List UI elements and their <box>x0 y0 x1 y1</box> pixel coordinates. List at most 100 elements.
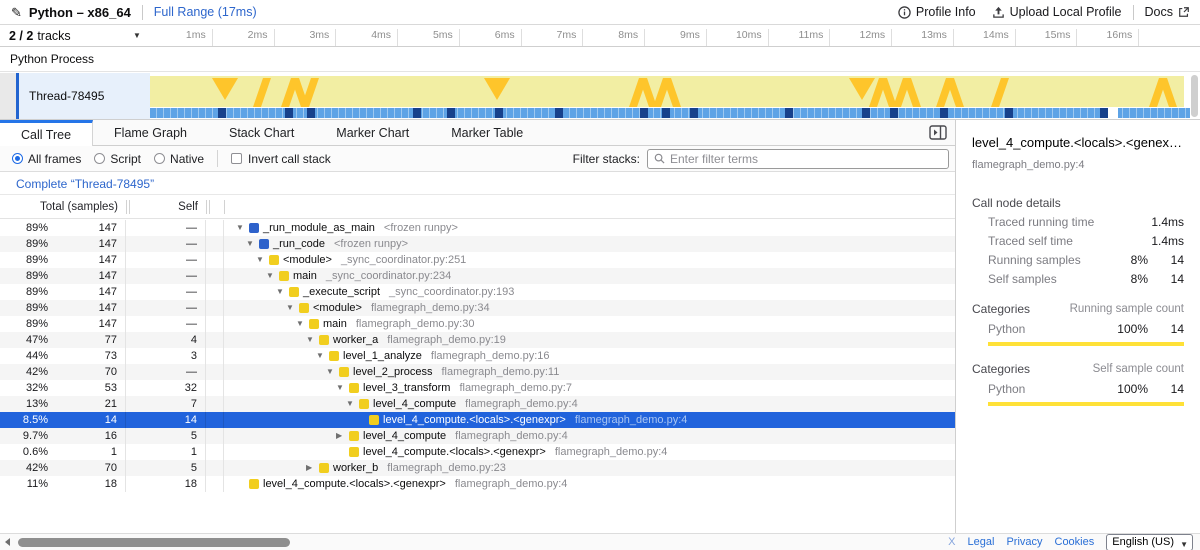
activity-spikes <box>150 76 1184 107</box>
tab-flame-graph[interactable]: Flame Graph <box>93 120 208 145</box>
twisty-closed-icon[interactable]: ▶ <box>306 460 319 476</box>
total-percent: 47% <box>0 332 48 348</box>
table-row[interactable]: 0.6%11level_4_compute.<locals>.<genexpr>… <box>0 444 955 460</box>
function-name: level_4_compute.<locals>.<genexpr> <box>363 444 546 460</box>
table-row[interactable]: 8.5%1414level_4_compute.<locals>.<genexp… <box>0 412 955 428</box>
tracks-dropdown[interactable]: 2 / 2 tracks ▼ <box>0 25 150 46</box>
total-percent: 89% <box>0 220 48 236</box>
tab-marker-table[interactable]: Marker Table <box>430 120 544 145</box>
total-percent: 8.5% <box>0 412 48 428</box>
spacer-cell <box>206 348 224 364</box>
tab-stack-chart[interactable]: Stack Chart <box>208 120 315 145</box>
footer-link-privacy[interactable]: Privacy <box>1006 536 1042 548</box>
language-select[interactable]: English (US) ▼ <box>1106 534 1193 550</box>
column-resize-handle[interactable] <box>126 200 127 214</box>
twisty-closed-icon[interactable]: ▶ <box>336 428 349 444</box>
twisty-open-icon[interactable]: ▼ <box>236 220 249 236</box>
column-resize-handle[interactable] <box>206 200 207 214</box>
twisty-open-icon[interactable]: ▼ <box>256 252 269 268</box>
sidebar-toggle-button[interactable] <box>929 125 947 140</box>
table-row[interactable]: 89%147—▼_run_module_as_main<frozen runpy… <box>0 220 955 236</box>
twisty-open-icon[interactable]: ▼ <box>336 380 349 396</box>
twisty-open-icon[interactable]: ▼ <box>276 284 289 300</box>
table-row[interactable]: 32%5332▼level_3_transformflamegraph_demo… <box>0 380 955 396</box>
horizontal-scrollbar-thumb[interactable] <box>18 538 290 547</box>
thread-track-label[interactable]: Thread-78495 <box>19 73 150 119</box>
tab-marker-chart[interactable]: Marker Chart <box>315 120 430 145</box>
breadcrumb-root-link[interactable]: Complete “Thread-78495” <box>16 177 154 191</box>
search-input[interactable]: Enter filter terms <box>647 149 949 169</box>
twisty-open-icon[interactable]: ▼ <box>296 316 309 332</box>
function-name: level_4_compute.<locals>.<genexpr> <box>383 412 566 428</box>
total-percent: 13% <box>0 396 48 412</box>
table-row[interactable]: 89%147—▼mainflamegraph_demo.py:30 <box>0 316 955 332</box>
table-row[interactable]: 89%147—▼<module>flamegraph_demo.py:34 <box>0 300 955 316</box>
twisty-open-icon[interactable]: ▼ <box>286 300 299 316</box>
call-tree-header: Total (samples) Self <box>0 196 955 219</box>
column-resize-handle[interactable] <box>209 200 210 214</box>
twisty-open-icon[interactable]: ▼ <box>246 236 259 252</box>
column-resize-handle[interactable] <box>224 200 225 214</box>
table-row[interactable]: 13%217▼level_4_computeflamegraph_demo.py… <box>0 396 955 412</box>
footer-link-legal[interactable]: Legal <box>968 536 995 548</box>
radio-native[interactable]: Native <box>154 152 204 166</box>
sample-marker <box>940 108 948 118</box>
radio-button[interactable] <box>154 153 165 164</box>
table-row[interactable]: 42%70—▼level_2_processflamegraph_demo.py… <box>0 364 955 380</box>
track-thread[interactable]: Thread-78495 <box>0 73 1200 120</box>
scrollbar-thumb[interactable] <box>1191 75 1198 117</box>
column-header-self[interactable]: Self <box>126 196 198 218</box>
tab-call-tree[interactable]: Call Tree <box>0 120 93 146</box>
function-name: _run_module_as_main <box>263 220 375 236</box>
sample-marker <box>218 108 226 118</box>
table-row[interactable]: 47%774▼worker_aflamegraph_demo.py:19 <box>0 332 955 348</box>
tree-cell: ▼worker_aflamegraph_demo.py:19 <box>224 332 955 348</box>
spacer-cell <box>206 220 224 236</box>
table-row[interactable]: 89%147—▼main_sync_coordinator.py:234 <box>0 268 955 284</box>
table-row[interactable]: 42%705▶worker_bflamegraph_demo.py:23 <box>0 460 955 476</box>
footer-link-x[interactable]: X <box>948 536 955 548</box>
table-row[interactable]: 89%147—▼_execute_script_sync_coordinator… <box>0 284 955 300</box>
profile-info-button[interactable]: Profile Info <box>898 5 976 19</box>
detail-value: 14 <box>1148 253 1184 267</box>
tree-cell: level_4_compute.<locals>.<genexpr>flameg… <box>224 444 955 460</box>
upload-profile-button[interactable]: Upload Local Profile <box>992 5 1122 19</box>
column-header-total[interactable]: Total (samples) <box>0 196 118 218</box>
table-row[interactable]: 89%147—▼<module>_sync_coordinator.py:251 <box>0 252 955 268</box>
total-samples: 147 <box>48 268 126 284</box>
total-samples: 16 <box>48 428 126 444</box>
radio-script[interactable]: Script <box>94 152 141 166</box>
twisty-open-icon[interactable]: ▼ <box>266 268 279 284</box>
scroll-left-arrow-icon[interactable] <box>5 538 10 546</box>
twisty-open-icon[interactable]: ▼ <box>306 332 319 348</box>
sidebar-section-title: Call node details <box>972 196 1184 210</box>
file-location: flamegraph_demo.py:11 <box>442 364 560 380</box>
column-resize-handle[interactable] <box>129 200 130 214</box>
docs-link[interactable]: Docs <box>1145 5 1190 19</box>
checkbox-box[interactable] <box>231 153 242 164</box>
categories-count-header: Self sample count <box>1030 362 1184 377</box>
table-row[interactable]: 9.7%165▶level_4_computeflamegraph_demo.p… <box>0 428 955 444</box>
twisty-open-icon[interactable]: ▼ <box>316 348 329 364</box>
table-row[interactable]: 11%1818level_4_compute.<locals>.<genexpr… <box>0 476 955 492</box>
table-row[interactable]: 44%733▼level_1_analyzeflamegraph_demo.py… <box>0 348 955 364</box>
edit-pencil-icon[interactable]: ✎ <box>11 6 22 19</box>
category-yellow-icon <box>319 463 329 473</box>
radio-button[interactable] <box>94 153 105 164</box>
table-row[interactable]: 89%147—▼_run_code<frozen runpy> <box>0 236 955 252</box>
twisty-open-icon[interactable]: ▼ <box>346 396 359 412</box>
track-python-process[interactable]: Python Process <box>0 47 1200 72</box>
radio-all-frames[interactable]: All frames <box>12 152 81 166</box>
thread-activity-graph[interactable] <box>150 73 1190 119</box>
full-range-link[interactable]: Full Range (17ms) <box>154 5 257 19</box>
file-location: flamegraph_demo.py:19 <box>387 332 506 348</box>
spacer-cell <box>206 396 224 412</box>
invert-call-stack-checkbox[interactable]: Invert call stack <box>231 152 331 166</box>
sample-marker <box>640 108 648 118</box>
radio-button[interactable] <box>12 153 23 164</box>
footer-link-cookies[interactable]: Cookies <box>1055 536 1095 548</box>
twisty-open-icon[interactable]: ▼ <box>326 364 339 380</box>
total-samples: 53 <box>48 380 126 396</box>
tracks-vertical-scrollbar[interactable] <box>1191 75 1198 117</box>
self-samples: 1 <box>126 444 206 460</box>
